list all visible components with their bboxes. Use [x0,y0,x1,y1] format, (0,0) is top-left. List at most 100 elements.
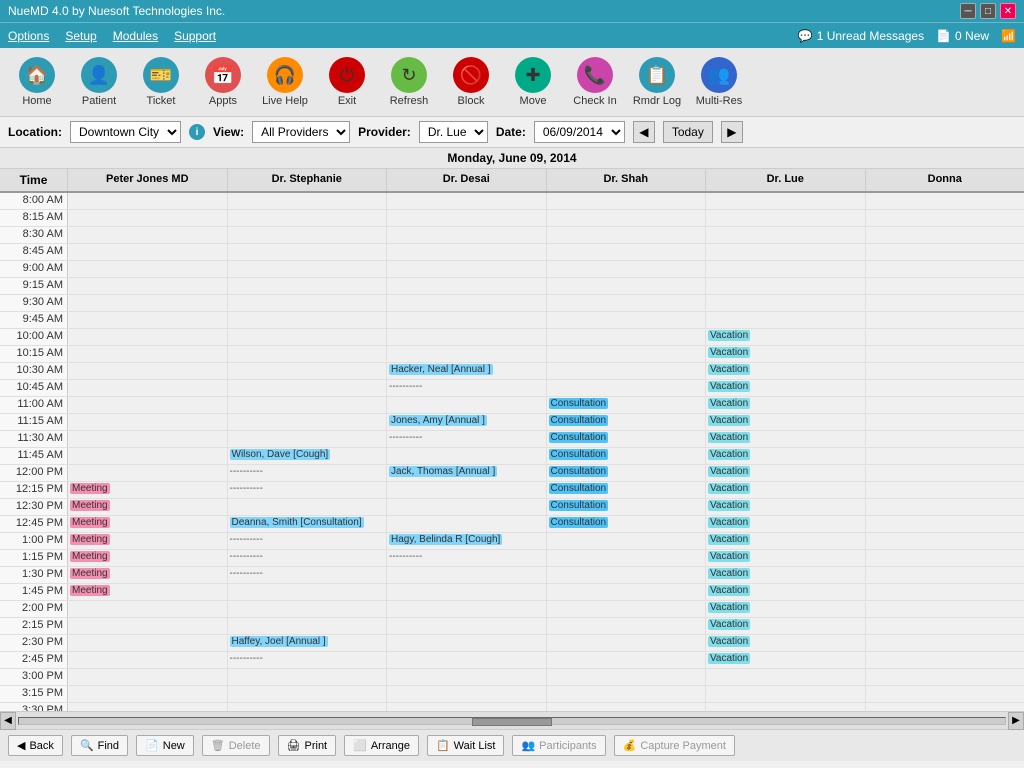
schedule-cell[interactable] [228,278,388,294]
schedule-cell[interactable] [68,414,228,430]
schedule-cell[interactable]: Consultation [547,448,707,464]
schedule-cell[interactable] [68,669,228,685]
schedule-cell[interactable]: Meeting [68,499,228,515]
schedule-cell[interactable] [387,516,547,532]
schedule-cell[interactable] [228,380,388,396]
schedule-cell[interactable]: Vacation [706,363,866,379]
schedule-cell[interactable] [68,635,228,651]
schedule-cell[interactable]: Haffey, Joel [Annual ] [228,635,388,651]
schedule-cell[interactable] [228,669,388,685]
table-row[interactable]: 2:45 PM----------Vacation [0,652,1024,669]
table-row[interactable]: 11:30 AM----------ConsultationVacation [0,431,1024,448]
schedule-cell[interactable] [228,703,388,711]
schedule-cell[interactable] [387,210,547,226]
schedule-cell[interactable] [866,210,1024,226]
back-button[interactable]: ◀ Back [8,735,63,756]
multires-button[interactable]: 👥 Multi-Res [690,52,748,112]
schedule-cell[interactable] [68,618,228,634]
schedule-cell[interactable]: Vacation [706,346,866,362]
schedule-cell[interactable]: ---------- [228,567,388,583]
schedule-cell[interactable] [68,244,228,260]
schedule-cell[interactable] [547,601,707,617]
schedule-cell[interactable] [68,380,228,396]
schedule-cell[interactable]: ---------- [387,380,547,396]
schedule-cell[interactable] [866,414,1024,430]
menu-options[interactable]: Options [8,29,49,43]
schedule-cell[interactable] [706,295,866,311]
refresh-button[interactable]: ↻ Refresh [380,52,438,112]
provider-select[interactable]: Dr. Lue [419,121,488,143]
schedule-cell[interactable] [387,601,547,617]
location-select[interactable]: Downtown City [70,121,181,143]
home-button[interactable]: 🏠 Home [8,52,66,112]
schedule-cell[interactable] [68,210,228,226]
schedule-cell[interactable] [228,601,388,617]
table-row[interactable]: 8:00 AM [0,193,1024,210]
schedule-cell[interactable]: Hacker, Neal [Annual ] [387,363,547,379]
table-row[interactable]: 1:30 PMMeeting----------Vacation [0,567,1024,584]
schedule-cell[interactable] [228,499,388,515]
schedule-cell[interactable] [547,703,707,711]
table-row[interactable]: 9:00 AM [0,261,1024,278]
schedule-cell[interactable] [706,227,866,243]
table-row[interactable]: 12:00 PM----------Jack, Thomas [Annual ]… [0,465,1024,482]
schedule-cell[interactable] [228,618,388,634]
schedule-cell[interactable]: Vacation [706,516,866,532]
arrange-button[interactable]: ⬜ Arrange [344,735,419,756]
maximize-button[interactable]: □ [980,3,996,19]
schedule-cell[interactable]: Meeting [68,584,228,600]
schedule-cell[interactable] [706,278,866,294]
schedule-cell[interactable] [68,448,228,464]
schedule-cell[interactable]: Vacation [706,618,866,634]
schedule-cell[interactable] [547,635,707,651]
schedule-cell[interactable] [866,584,1024,600]
schedule-cell[interactable] [706,193,866,209]
schedule-cell[interactable] [228,329,388,345]
livehelp-button[interactable]: 🎧 Live Help [256,52,314,112]
schedule-cell[interactable] [866,278,1024,294]
schedule-cell[interactable]: Meeting [68,516,228,532]
table-row[interactable]: 11:45 AMWilson, Dave [Cough]Consultation… [0,448,1024,465]
hscroll-track[interactable] [18,717,1006,725]
schedule-cell[interactable] [866,261,1024,277]
schedule-cell[interactable] [547,618,707,634]
schedule-cell[interactable] [387,652,547,668]
schedule-cell[interactable] [866,431,1024,447]
schedule-cell[interactable]: Consultation [547,431,707,447]
schedule-cell[interactable] [68,261,228,277]
block-button[interactable]: 🚫 Block [442,52,500,112]
schedule-cell[interactable] [866,686,1024,702]
schedule-cell[interactable] [706,210,866,226]
schedule-cell[interactable] [68,278,228,294]
schedule-cell[interactable] [68,346,228,362]
schedule-cell[interactable] [866,397,1024,413]
schedule-cell[interactable]: Consultation [547,482,707,498]
schedule-cell[interactable] [228,312,388,328]
schedule-cell[interactable]: Vacation [706,499,866,515]
schedule-cell[interactable] [866,482,1024,498]
schedule-cell[interactable] [706,703,866,711]
schedule-cell[interactable]: Vacation [706,448,866,464]
schedule-cell[interactable]: ---------- [228,652,388,668]
table-row[interactable]: 8:45 AM [0,244,1024,261]
schedule-cell[interactable] [387,703,547,711]
schedule-cell[interactable] [866,669,1024,685]
new-button[interactable]: 📄 New [136,735,194,756]
participants-button[interactable]: 👥 Participants [512,735,605,756]
schedule-cell[interactable] [228,261,388,277]
schedule-cell[interactable]: Vacation [706,380,866,396]
table-row[interactable]: 3:15 PM [0,686,1024,703]
schedule-cell[interactable]: Vacation [706,533,866,549]
schedule-cell[interactable] [866,550,1024,566]
schedule-cell[interactable] [547,261,707,277]
schedule-cell[interactable] [387,669,547,685]
schedule-cell[interactable]: Jones, Amy [Annual ] [387,414,547,430]
schedule-cell[interactable] [228,397,388,413]
schedule-cell[interactable] [228,227,388,243]
schedule-cell[interactable] [547,363,707,379]
patient-button[interactable]: 👤 Patient [70,52,128,112]
schedule-cell[interactable] [228,363,388,379]
schedule-cell[interactable] [387,329,547,345]
schedule-cell[interactable] [547,312,707,328]
schedule-cell[interactable]: ---------- [228,482,388,498]
